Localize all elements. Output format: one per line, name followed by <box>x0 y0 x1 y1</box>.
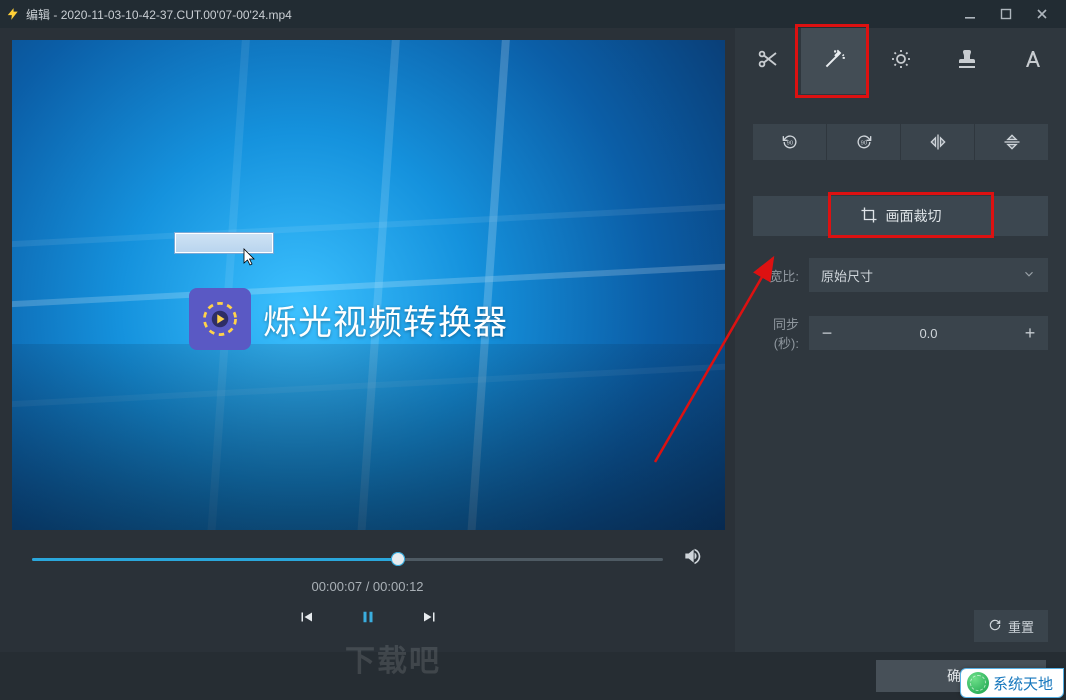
chevron-down-icon <box>1022 267 1036 284</box>
aspect-row: 宽比: 原始尺寸 <box>753 258 1048 292</box>
maximize-button[interactable] <box>988 0 1024 28</box>
seek-slider[interactable] <box>32 549 663 569</box>
scissors-icon <box>756 47 780 76</box>
footer-bar: 确定 <box>0 652 1066 700</box>
window-title: 编辑 - 2020-11-03-10-42-37.CUT.00'07-00'24… <box>26 6 952 23</box>
window-title-app: 编辑 <box>26 8 50 22</box>
preview-pane: 烁光视频转换器 00:00:07 / 00:00:12 <box>0 28 735 652</box>
pause-button[interactable] <box>355 604 381 630</box>
time-total: 00:00:12 <box>373 579 424 594</box>
window-controls <box>952 0 1060 28</box>
sync-stepper[interactable]: − 0.0 + <box>809 316 1048 350</box>
app-window: 编辑 - 2020-11-03-10-42-37.CUT.00'07-00'24… <box>0 0 1066 700</box>
tool-tabs <box>735 28 1066 94</box>
close-button[interactable] <box>1024 0 1060 28</box>
brand-text: 烁光视频转换器 <box>263 295 508 344</box>
time-display: 00:00:07 / 00:00:12 <box>30 577 705 594</box>
flip-vertical-button[interactable] <box>975 124 1048 160</box>
transport-controls: 00:00:07 / 00:00:12 <box>0 536 735 652</box>
magic-wand-icon <box>821 46 847 77</box>
crop-button-label: 画面裁切 <box>886 206 942 226</box>
side-panel: 90 90 画面裁切 宽比: 原始尺寸 <box>735 28 1066 652</box>
reset-label: 重置 <box>1008 617 1034 636</box>
selection-box <box>174 232 274 254</box>
video-preview[interactable]: 烁光视频转换器 <box>12 40 725 530</box>
window-title-sep: - <box>50 8 61 22</box>
prev-frame-button[interactable] <box>293 604 319 630</box>
svg-text:90: 90 <box>786 141 793 147</box>
stamp-icon <box>955 47 979 76</box>
text-icon <box>1021 47 1045 76</box>
aspect-label: 宽比: <box>753 266 799 285</box>
time-current: 00:00:07 <box>311 579 362 594</box>
watermark-download: 下载吧 <box>345 636 441 680</box>
transform-buttons: 90 90 <box>753 124 1048 160</box>
refresh-icon <box>988 618 1002 635</box>
globe-icon <box>967 672 989 694</box>
flip-horizontal-button[interactable] <box>901 124 975 160</box>
crop-button[interactable]: 画面裁切 <box>753 196 1048 236</box>
sync-minus-button[interactable]: − <box>809 316 845 350</box>
sync-value: 0.0 <box>845 326 1012 341</box>
brand-overlay: 烁光视频转换器 <box>189 288 508 350</box>
svg-text:90: 90 <box>860 141 867 147</box>
cursor-icon <box>243 248 259 268</box>
crop-icon <box>860 206 878 227</box>
tab-adjust[interactable] <box>867 28 933 94</box>
sync-plus-button[interactable]: + <box>1012 316 1048 350</box>
window-title-file: 2020-11-03-10-42-37.CUT.00'07-00'24.mp4 <box>61 8 292 22</box>
tab-cut[interactable] <box>735 28 801 94</box>
rotate-right-button[interactable]: 90 <box>827 124 901 160</box>
titlebar: 编辑 - 2020-11-03-10-42-37.CUT.00'07-00'24… <box>0 0 1066 28</box>
reset-button[interactable]: 重置 <box>974 610 1048 642</box>
aspect-select[interactable]: 原始尺寸 <box>809 258 1048 292</box>
tab-watermark[interactable] <box>934 28 1000 94</box>
watermark-site-text: 系统天地 <box>993 673 1053 694</box>
sync-label: 同步(秒): <box>753 314 799 352</box>
minimize-button[interactable] <box>952 0 988 28</box>
video-frame: 烁光视频转换器 <box>12 40 725 530</box>
main-area: 烁光视频转换器 00:00:07 / 00:00:12 <box>0 28 1066 652</box>
next-frame-button[interactable] <box>417 604 443 630</box>
tab-text[interactable] <box>1000 28 1066 94</box>
brightness-icon <box>889 47 913 76</box>
effects-section: 90 90 画面裁切 宽比: 原始尺寸 <box>735 94 1066 352</box>
app-logo-icon <box>6 7 20 21</box>
sync-row: 同步(秒): − 0.0 + <box>753 314 1048 352</box>
watermark-site: 系统天地 <box>960 668 1064 698</box>
tab-effects[interactable] <box>801 28 867 94</box>
volume-icon[interactable] <box>681 546 703 571</box>
rotate-left-button[interactable]: 90 <box>753 124 827 160</box>
aspect-value: 原始尺寸 <box>821 266 873 285</box>
brand-logo-icon <box>189 288 251 350</box>
